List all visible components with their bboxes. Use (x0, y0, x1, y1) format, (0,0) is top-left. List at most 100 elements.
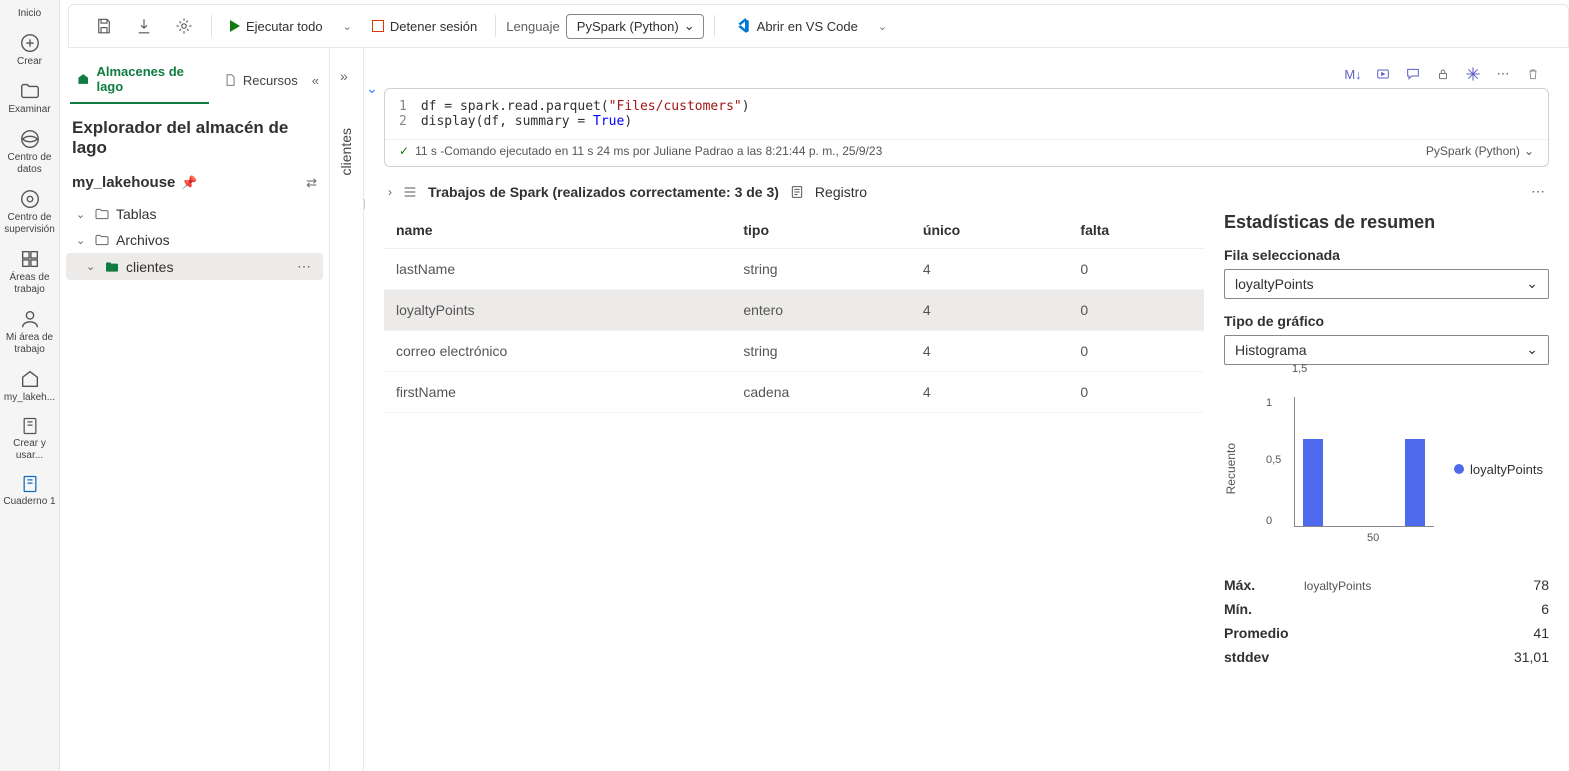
more-icon[interactable]: ⋯ (297, 258, 315, 275)
chevron-down-icon: ⌄ (76, 208, 88, 221)
expand-jobs-icon[interactable]: › (388, 185, 392, 199)
nav-inicio[interactable]: Inicio (0, 2, 59, 26)
lock-icon[interactable] (1433, 64, 1453, 84)
nav-cuaderno[interactable]: Cuaderno 1 (0, 468, 59, 514)
fila-select[interactable]: loyaltyPoints (1224, 269, 1549, 299)
jobs-label[interactable]: Trabajos de Spark (realizados correctame… (428, 184, 779, 200)
chevron-down-icon: ⌄ (86, 260, 98, 273)
cell-index: 6] (364, 198, 365, 210)
notebook-icon (20, 416, 40, 436)
tree-archivos[interactable]: ⌄ Archivos (60, 227, 329, 253)
stat-row: stddev31,01 (1224, 645, 1549, 669)
x-axis-label: loyaltyPoints (1304, 579, 1371, 593)
download-button[interactable] (127, 13, 161, 39)
tipo-grafico-label: Tipo de gráfico (1224, 313, 1549, 329)
tipo-grafico-select[interactable]: Histograma (1224, 335, 1549, 365)
table-row[interactable]: firstNamecadena40 (384, 372, 1204, 413)
registro-link[interactable]: Registro (815, 184, 867, 200)
comment-icon[interactable] (1403, 64, 1423, 84)
nav-centro-datos[interactable]: Centro de datos (0, 122, 59, 182)
expand-icon[interactable]: » (340, 68, 348, 84)
histogram-chart: 1,5 1 0,5 0 50 loyaltyPoints (1246, 379, 1446, 559)
tab-almacenes[interactable]: Almacenes de lago (70, 56, 209, 104)
run-below-icon[interactable] (1373, 64, 1393, 84)
chart-bar (1405, 439, 1425, 526)
person-icon (19, 308, 41, 330)
list-icon (402, 184, 418, 200)
strip-label: clientes (338, 128, 354, 175)
table-row[interactable]: correo electrónicostring40 (384, 331, 1204, 372)
code-cell: 12 df = spark.read.parquet("Files/custom… (384, 88, 1549, 167)
collapse-tabs-icon[interactable]: « (312, 73, 319, 88)
stop-session-button[interactable]: Detener sesión (364, 15, 485, 38)
folder-icon (19, 80, 41, 102)
delete-icon[interactable] (1523, 64, 1543, 84)
download-icon (135, 17, 153, 35)
vscode-icon (733, 17, 751, 35)
lakehouse-icon (19, 368, 41, 390)
toolbar: Ejecutar todo ⌄ Detener sesión Lenguaje … (68, 4, 1569, 48)
folder-icon (94, 232, 110, 248)
save-button[interactable] (87, 13, 121, 39)
nav-centro-supervision[interactable]: Centro de supervisión (0, 182, 59, 242)
document-icon (223, 73, 237, 87)
run-all-dropdown[interactable]: ⌄ (337, 20, 358, 33)
nav-areas-trabajo[interactable]: Áreas de trabajo (0, 242, 59, 302)
plus-circle-icon (19, 32, 41, 54)
table-row[interactable]: lastNamestring40 (384, 249, 1204, 290)
sync-icon[interactable]: ⇄ (306, 175, 317, 191)
settings-button[interactable] (167, 13, 201, 39)
cell-lang-select[interactable]: PySpark (Python) ⌄ (1426, 144, 1534, 158)
y-axis-label: Recuento (1224, 443, 1238, 494)
onelake-icon (19, 128, 41, 150)
workspaces-icon (19, 248, 41, 270)
markdown-icon[interactable]: M↓ (1343, 64, 1363, 84)
tree-tablas[interactable]: ⌄ Tablas (60, 201, 329, 227)
pin-icon[interactable]: 📌 (181, 175, 197, 191)
run-all-button[interactable]: Ejecutar todo (222, 15, 331, 38)
log-icon (789, 184, 805, 200)
check-icon: ✓ (399, 144, 409, 158)
code-editor[interactable]: 12 df = spark.read.parquet("Files/custom… (385, 89, 1548, 139)
nav-examinar[interactable]: Examinar (0, 74, 59, 122)
chevron-down-icon: ⌄ (76, 234, 88, 247)
jobs-more-icon[interactable]: ⋯ (1531, 183, 1545, 200)
stats-panel: Estadísticas de resumen Fila seleccionad… (1224, 212, 1549, 669)
chart-bar (1303, 439, 1323, 526)
nav-crear-usar[interactable]: Crear y usar... (0, 410, 59, 468)
vscode-dropdown[interactable]: ⌄ (872, 20, 893, 33)
freeze-icon[interactable] (1463, 64, 1483, 84)
col-falta: falta (1068, 212, 1204, 249)
col-tipo: tipo (731, 212, 911, 249)
play-icon (230, 20, 240, 32)
lakehouse-icon (76, 71, 90, 87)
tab-recursos[interactable]: Recursos (217, 65, 304, 96)
stop-icon (372, 20, 384, 32)
lakehouse-name[interactable]: my_lakehouse (72, 174, 175, 191)
stat-row: Mín.6 (1224, 597, 1549, 621)
folder-filled-icon (104, 259, 120, 275)
more-icon[interactable]: ⋯ (1493, 64, 1513, 84)
table-row[interactable]: loyaltyPointsentero40 (384, 290, 1204, 331)
collapse-cell-icon[interactable]: ⌄ (366, 80, 378, 97)
tree-clientes[interactable]: ⌄ clientes ⋯ (66, 253, 323, 280)
gear-icon (175, 17, 193, 35)
open-vscode-button[interactable]: Abrir en VS Code (725, 13, 866, 39)
folder-icon (94, 206, 110, 222)
nav-rail: Inicio Crear Examinar Centro de datos Ce… (0, 0, 60, 771)
fila-label: Fila seleccionada (1224, 247, 1549, 263)
stat-row: Promedio41 (1224, 621, 1549, 645)
stat-row: Máx.78 (1224, 573, 1549, 597)
nav-my-lakehouse[interactable]: my_lakeh... (0, 362, 59, 410)
lakehouse-explorer: Almacenes de lago Recursos « Explorador … (60, 48, 330, 771)
explorer-title: Explorador del almacén de lago (60, 104, 329, 168)
stats-title: Estadísticas de resumen (1224, 212, 1549, 233)
tree: ⌄ Tablas ⌄ Archivos ⌄ clientes ⋯ (60, 197, 329, 284)
language-select[interactable]: PySpark (Python) (566, 14, 704, 39)
cell-toolbar: M↓ ⋯ (384, 60, 1549, 88)
chart-legend: loyaltyPoints (1454, 462, 1543, 477)
nav-crear[interactable]: Crear (0, 26, 59, 74)
summary-table: name tipo único falta lastNamestring40lo… (384, 212, 1204, 669)
chart-top-tick: 1,5 (1292, 363, 1307, 375)
nav-mi-area[interactable]: Mi área de trabajo (0, 302, 59, 362)
